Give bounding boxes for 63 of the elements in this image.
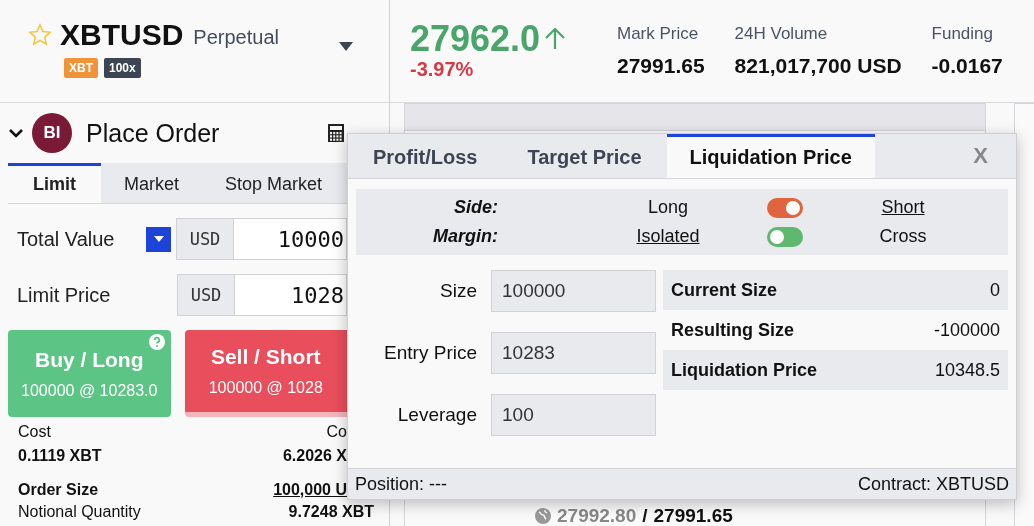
stat-label: 24H Volume [734, 24, 829, 44]
contract-text: Contract: XBTUSD [857, 473, 1009, 495]
option-choice[interactable]: Long [647, 197, 688, 218]
input-field[interactable]: 100000 [491, 270, 656, 312]
result-value: 0 [990, 279, 1000, 301]
cost-value: 0.1119 XBT [18, 447, 102, 465]
panel-title: Place Order [86, 118, 221, 148]
order-type-tab[interactable]: Limit [8, 163, 101, 203]
option-choice[interactable]: Isolated [636, 226, 700, 247]
input-label: Entry Price [383, 342, 477, 364]
last-price: 27962.0 [410, 18, 541, 60]
order-size-label: Order Size [18, 481, 99, 499]
stat-value: 821,017,700 USD [734, 54, 902, 78]
notional-value: 9.7248 XBT [288, 503, 374, 521]
result-label: Current Size [671, 279, 778, 301]
result-value: 10348.5 [934, 359, 1000, 381]
calculator-icon[interactable] [327, 123, 345, 143]
currency-label: USD [176, 218, 234, 260]
input-field[interactable]: 10000 [234, 218, 347, 260]
chevron-down-icon[interactable] [8, 127, 24, 139]
result-value: -100000 [933, 319, 1000, 341]
cost-label: Co [326, 423, 347, 441]
mark-price: 27991.65 [653, 505, 733, 526]
caret-icon[interactable] [338, 40, 354, 52]
price-change: -3.97% [410, 58, 475, 81]
option-choice[interactable]: Short [881, 197, 925, 218]
option-label: Margin: [432, 226, 498, 247]
field-label: Total Value [16, 227, 116, 251]
currency-label: USD [177, 274, 235, 316]
separator: / [642, 505, 648, 526]
caret-icon [152, 235, 165, 243]
input-label: Leverage [396, 404, 477, 426]
stat-value: -0.0167 [931, 54, 1003, 78]
stat-value: 27991.65 [617, 54, 705, 78]
sell-button[interactable]: Sell / Short 100000 @ 1028 [184, 330, 347, 417]
field-label: Limit Price [16, 283, 112, 307]
stat-label: Mark Price [617, 24, 700, 44]
result-label: Liquidation Price [671, 359, 817, 381]
arrow-up-icon [544, 27, 567, 51]
tag: 100x [104, 58, 141, 78]
option-label: Side: [453, 197, 498, 218]
tag: XBT [64, 58, 98, 78]
input-label: Size [439, 280, 477, 302]
cost-value: 6.2026 X [282, 447, 347, 465]
toggle-switch[interactable] [767, 226, 803, 247]
input-field[interactable]: 1028 [235, 274, 347, 316]
symbol: XBTUSD [60, 18, 184, 52]
input-field[interactable]: 100 [491, 394, 656, 436]
notional-label: Notional Quantity [18, 503, 141, 521]
input-field[interactable]: 10283 [491, 332, 656, 374]
stat-label: Funding [931, 24, 994, 44]
avatar: BI [32, 113, 72, 153]
order-size-link[interactable]: 100,000 U [273, 481, 347, 499]
contract-type: Perpetual [193, 25, 279, 49]
dropdown-button[interactable] [146, 226, 171, 252]
result-label: Resulting Size [671, 319, 795, 341]
index-price: 27992.80 [557, 505, 637, 526]
star-icon[interactable] [28, 23, 52, 47]
cost-label: Cost [18, 423, 51, 441]
calculator-tab[interactable]: Liquidation Price [666, 134, 875, 178]
toggle-switch[interactable] [767, 197, 803, 218]
option-choice[interactable]: Cross [879, 226, 927, 247]
position-text: Position: --- [355, 473, 448, 495]
